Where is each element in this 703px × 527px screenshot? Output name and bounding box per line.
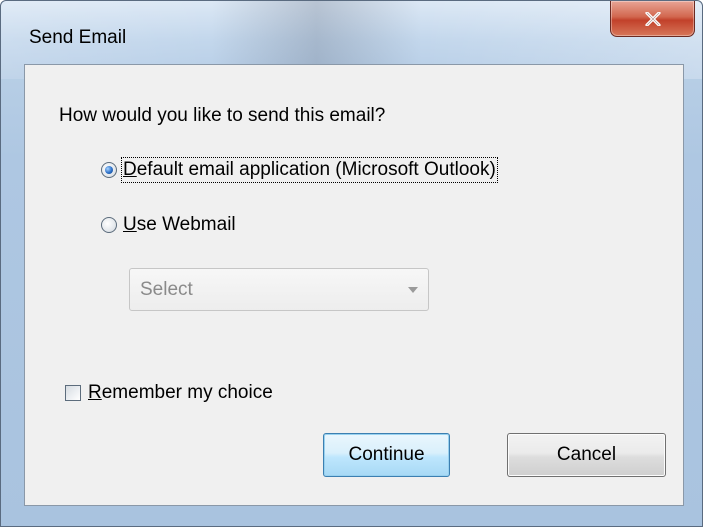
close-icon — [644, 11, 661, 26]
remember-choice-checkbox-row[interactable]: Remember my choice — [65, 382, 273, 404]
radio-use-webmail[interactable]: Use Webmail — [101, 214, 236, 236]
window-title: Send Email — [29, 27, 127, 48]
webmail-select-value: Select — [140, 278, 193, 300]
send-email-dialog: Send Email How would you like to send th… — [0, 0, 703, 527]
cancel-button[interactable]: Cancel — [507, 433, 666, 477]
dialog-body: How would you like to send this email? D… — [24, 64, 684, 506]
question-label: How would you like to send this email? — [59, 105, 386, 126]
radio-webmail-label: Use Webmail — [123, 214, 236, 235]
remember-choice-checkbox[interactable] — [65, 385, 81, 401]
chevron-down-icon — [408, 286, 418, 293]
radio-dot — [105, 166, 113, 174]
remember-choice-label: Remember my choice — [88, 382, 273, 403]
webmail-select[interactable]: Select — [129, 268, 429, 311]
radio-button[interactable] — [101, 217, 117, 233]
radio-default-label: Default email application (Microsoft Out… — [121, 157, 498, 183]
radio-button-selected[interactable] — [101, 162, 117, 178]
radio-default-email-app[interactable]: Default email application (Microsoft Out… — [101, 157, 498, 183]
continue-button[interactable]: Continue — [323, 433, 450, 477]
close-button[interactable] — [610, 1, 695, 37]
